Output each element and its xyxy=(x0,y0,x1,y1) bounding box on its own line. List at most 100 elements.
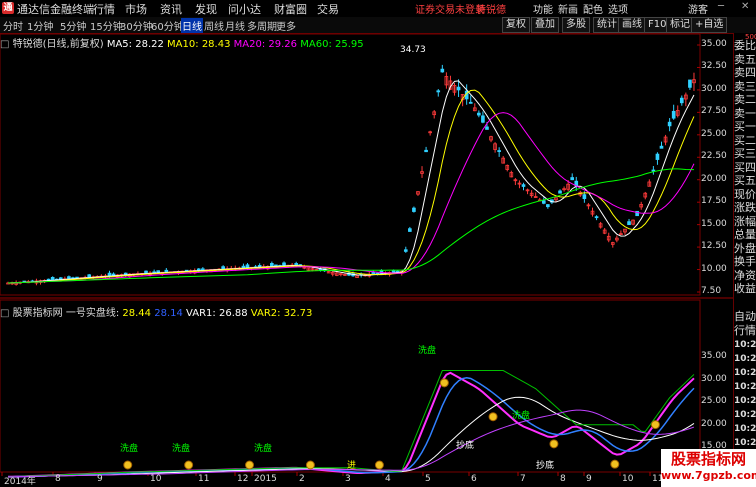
trade-time: 10:26 xyxy=(734,424,756,434)
main-price-label: 12.50 xyxy=(701,241,727,252)
main-price-label: 32.50 xyxy=(701,61,727,72)
time-label: 2014年 xyxy=(4,477,36,487)
trade-time: 10:26 xyxy=(734,410,756,420)
candle-body xyxy=(546,204,550,208)
main-price-label: 10.00 xyxy=(701,263,727,274)
sub-legend: □ 股票指标网 一号实盘线: 28.44 28.14 VAR1: 26.88 V… xyxy=(0,308,313,319)
annotation-xipan-2: 洗盘 xyxy=(512,411,531,421)
main-price-label: 7.50 xyxy=(701,286,722,296)
ma20-line xyxy=(8,112,695,284)
candle-body xyxy=(456,86,461,91)
var1-value: 26.88 xyxy=(218,308,248,319)
main-price-label: 25.00 xyxy=(701,128,727,139)
main-price-label: 22.50 xyxy=(701,151,727,162)
candle-body xyxy=(164,269,169,273)
candle-body xyxy=(58,277,63,280)
money-bag-icon xyxy=(610,459,620,469)
sub-chart-label: 股票指标网 xyxy=(12,308,63,319)
time-label: 7 xyxy=(520,474,526,484)
candle-body xyxy=(541,200,546,204)
candle-body xyxy=(403,249,408,252)
candle-body xyxy=(50,277,55,281)
money-bag-icon xyxy=(650,420,660,430)
mini-label: 500 xyxy=(745,33,756,41)
candle-body xyxy=(436,90,441,93)
var2-value: 32.73 xyxy=(283,308,313,319)
main-chart-label: 特锐德(日线,前复权) xyxy=(12,39,104,50)
time-label: 10 xyxy=(150,474,162,484)
candle-body xyxy=(87,274,92,278)
trade-time: 10:26 xyxy=(734,396,756,406)
time-label: 12 xyxy=(237,474,249,484)
ma10-line xyxy=(8,89,695,284)
ma5-line xyxy=(8,80,695,284)
candle-body xyxy=(67,276,71,279)
trade-time: 10:26 xyxy=(734,438,756,448)
money-bag-icon xyxy=(245,460,255,470)
candle-body xyxy=(196,268,201,271)
time-label: 5 xyxy=(425,474,431,484)
candle-body xyxy=(655,153,660,160)
candle-body xyxy=(241,265,246,269)
time-label: 4 xyxy=(385,474,391,484)
money-bag-icon xyxy=(439,378,449,388)
peak-price-label: 34.73 xyxy=(400,45,426,55)
annotation-jin: 进 xyxy=(347,461,357,471)
watermark-title: 股票指标网 xyxy=(670,450,746,468)
main-price-label: 35.00 xyxy=(701,39,727,49)
candle-body xyxy=(123,272,128,275)
trade-time: 10:26 xyxy=(734,340,756,350)
ma20-name: MA20 xyxy=(233,39,262,50)
annotation-xipan-5: 洗盘 xyxy=(254,444,273,454)
candle-body xyxy=(440,68,445,73)
time-label: 8 xyxy=(55,474,61,484)
annotation-xipan-1: 洗盘 xyxy=(418,346,437,356)
time-label: 9 xyxy=(97,474,103,484)
money-bag-icon xyxy=(488,412,498,422)
candle-body xyxy=(594,216,599,219)
time-label: 8 xyxy=(560,474,566,484)
candle-body xyxy=(468,101,473,104)
candle-body xyxy=(651,169,656,172)
sub-price-label: 35.00 xyxy=(701,351,727,361)
annotation-chaodi-2: 抄底 xyxy=(536,461,555,471)
candle-body xyxy=(412,207,416,212)
side-field: 收益 xyxy=(734,282,756,295)
watermark: 股票指标网 www.7gpzb.com xyxy=(661,449,756,487)
time-label: 6 xyxy=(471,474,477,484)
time-label: 11 xyxy=(198,474,210,484)
candle-body xyxy=(371,272,376,275)
ma10-name: MA10 xyxy=(167,39,196,50)
candle-body xyxy=(521,184,526,187)
main-price-label: 15.00 xyxy=(701,218,727,229)
legend-box-icon-sub: □ xyxy=(0,308,10,319)
sub-chart-frame xyxy=(0,299,701,473)
candle-body xyxy=(659,145,664,149)
trade-time: 10:26 xyxy=(734,382,756,392)
candle-body xyxy=(156,270,161,273)
candle-body xyxy=(107,272,112,276)
time-label: 2 xyxy=(299,474,305,484)
candle-body xyxy=(144,270,148,274)
money-bag-icon xyxy=(374,460,384,470)
ma60-value: 25.95 xyxy=(335,39,364,50)
side-hangqing[interactable]: 行情 xyxy=(734,322,756,338)
ma60-line xyxy=(8,168,694,284)
kline-chart[interactable] xyxy=(0,0,756,487)
candle-body xyxy=(477,112,481,116)
candle-body xyxy=(570,177,575,181)
annotation-xipan-4: 洗盘 xyxy=(172,444,191,454)
line2-value: 28.14 xyxy=(154,308,183,319)
main-legend: □ 特锐德(日线,前复权) MA5: 28.22 MA10: 28.43 MA2… xyxy=(0,39,364,50)
candle-body xyxy=(627,221,631,226)
time-label: 2015 xyxy=(254,474,277,484)
candle-body xyxy=(111,273,116,276)
var1-name: VAR1 xyxy=(186,308,213,319)
ma5-value: 28.22 xyxy=(135,39,164,50)
candle-body xyxy=(245,264,250,268)
indicator-name: 一号实盘线 xyxy=(65,308,116,319)
candle-body xyxy=(221,266,225,270)
candle-body xyxy=(201,268,205,271)
ma10-value: 28.43 xyxy=(201,39,231,50)
annotation-xipan-3: 洗盘 xyxy=(120,444,139,454)
